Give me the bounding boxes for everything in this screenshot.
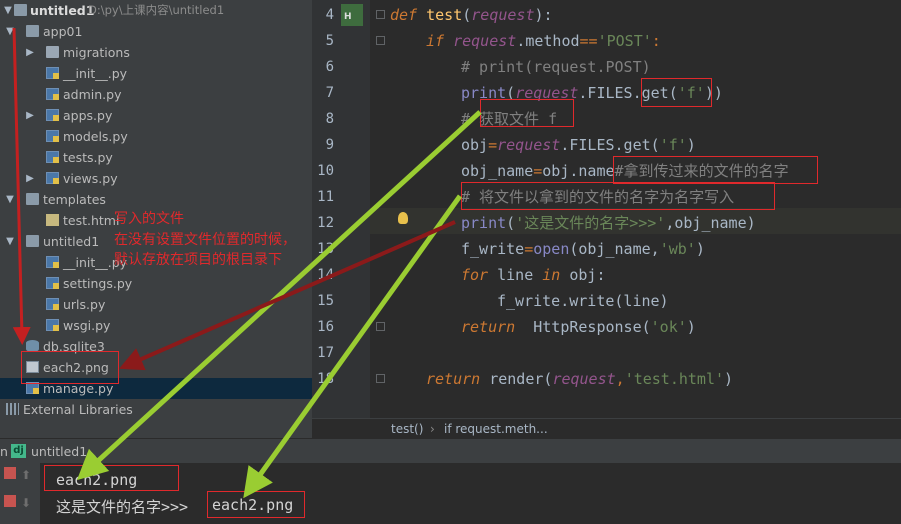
green-arrow-1 <box>76 110 482 481</box>
annotation-arrows <box>12 27 482 499</box>
dark-red-arrow <box>119 220 456 371</box>
green-arrow-2 <box>243 194 463 499</box>
red-arrow-down <box>12 27 31 345</box>
